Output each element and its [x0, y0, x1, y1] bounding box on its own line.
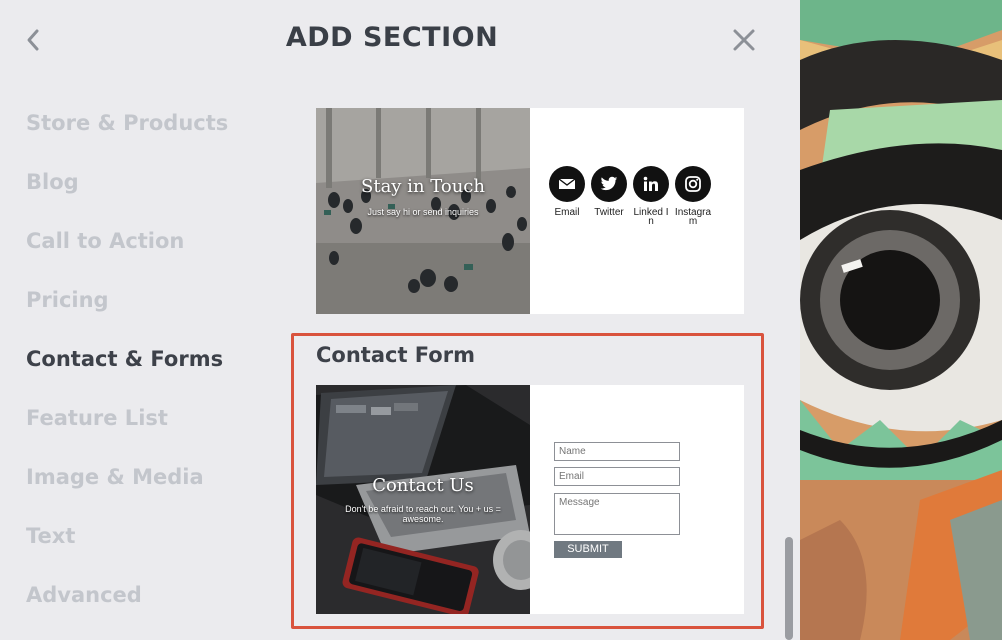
twitter-icon: [600, 176, 618, 191]
category-store-products[interactable]: Store & Products: [26, 104, 228, 163]
contact-form-template-card[interactable]: Contact Us Don't be afraid to reach out.…: [316, 385, 744, 614]
category-call-to-action[interactable]: Call to Action: [26, 222, 228, 281]
social-instagram[interactable]: Instagram: [673, 166, 713, 227]
instagram-icon: [685, 176, 701, 192]
category-text[interactable]: Text: [26, 517, 228, 576]
contact-form-fields: SUBMIT: [530, 385, 744, 614]
email-icon: [558, 178, 576, 189]
email-input[interactable]: [554, 467, 680, 486]
category-contact-forms[interactable]: Contact & Forms: [26, 340, 228, 399]
social-email-label: Email: [554, 207, 580, 218]
category-blog[interactable]: Blog: [26, 163, 228, 222]
linkedin-icon: [643, 176, 658, 191]
category-advanced[interactable]: Advanced: [26, 576, 228, 635]
background-mural-image: [800, 0, 1002, 640]
social-twitter-label: Twitter: [594, 207, 624, 218]
message-textarea[interactable]: [554, 493, 680, 535]
stay-in-touch-content: Email Twitter Linked In Instagram: [530, 108, 744, 314]
contact-us-subtitle: Don't be afraid to reach out. You + us =…: [345, 504, 501, 524]
submit-button[interactable]: SUBMIT: [554, 541, 622, 558]
stay-in-touch-template-card[interactable]: Stay in Touch Just say hi or send inquir…: [316, 108, 744, 314]
stay-in-touch-image: Stay in Touch Just say hi or send inquir…: [316, 108, 530, 314]
social-instagram-label: Instagram: [674, 207, 712, 227]
category-list: Store & Products Blog Call to Action Pri…: [26, 104, 228, 635]
social-email[interactable]: Email: [547, 166, 587, 218]
close-button[interactable]: [728, 24, 760, 56]
add-section-panel: ADD SECTION Store & Products Blog Call t…: [0, 0, 800, 640]
laptop-desk-image: [316, 385, 530, 614]
stay-in-touch-title: Stay in Touch: [361, 176, 485, 197]
category-feature-list[interactable]: Feature List: [26, 399, 228, 458]
contact-us-title: Contact Us: [372, 475, 474, 496]
contact-form-section-title: Contact Form: [316, 343, 475, 367]
panel-title: ADD SECTION: [285, 22, 499, 53]
panel-scrollbar[interactable]: [785, 537, 793, 640]
name-input[interactable]: [554, 442, 680, 461]
social-linkedin-label: Linked In: [633, 207, 669, 227]
social-twitter[interactable]: Twitter: [589, 166, 629, 218]
category-pricing[interactable]: Pricing: [26, 281, 228, 340]
social-linkedin[interactable]: Linked In: [631, 166, 671, 227]
close-icon: [733, 29, 755, 51]
category-image-media[interactable]: Image & Media: [26, 458, 228, 517]
stay-in-touch-subtitle: Just say hi or send inquiries: [367, 207, 479, 217]
contact-form-image: Contact Us Don't be afraid to reach out.…: [316, 385, 530, 614]
